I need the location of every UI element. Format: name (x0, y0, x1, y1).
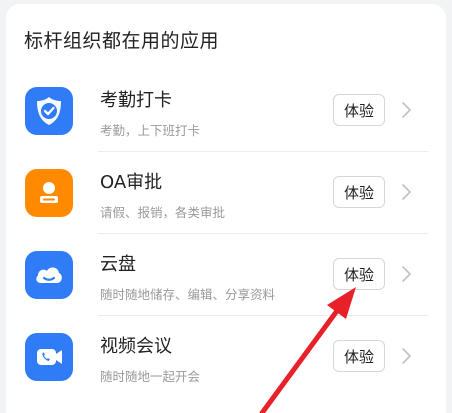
id-card-icon (25, 169, 73, 217)
chevron-right-icon[interactable] (398, 265, 414, 283)
app-row-video-meeting[interactable]: 视频会议 随时随地一起开会 体验 (6, 316, 446, 398)
try-button[interactable]: 体验 (333, 340, 385, 372)
app-row-oa-approval[interactable]: OA审批 请假、报销，各类审批 体验 (6, 152, 446, 234)
app-desc: 考勤，上下班打卡 (100, 123, 201, 138)
app-desc: 请假、报销，各类审批 (100, 205, 226, 220)
try-button[interactable]: 体验 (333, 94, 385, 126)
section-title: 标杆组织都在用的应用 (24, 30, 220, 52)
app-row-cloud-drive[interactable]: 云盘 随时随地储存、编辑、分享资料 体验 (6, 234, 446, 316)
chevron-right-icon[interactable] (398, 101, 414, 119)
app-desc: 随时随地储存、编辑、分享资料 (100, 287, 276, 302)
app-desc: 随时随地一起开会 (100, 369, 201, 384)
check-shield-icon (25, 87, 73, 135)
apps-card: 标杆组织都在用的应用 考勤打卡 考勤，上下班打卡 体验 OA审批 请假、报销，各… (6, 4, 446, 413)
app-row-attendance[interactable]: 考勤打卡 考勤，上下班打卡 体验 (6, 70, 446, 152)
app-name: 考勤打卡 (100, 90, 172, 111)
app-name: 云盘 (100, 254, 136, 275)
cloud-icon (25, 251, 73, 299)
chevron-right-icon[interactable] (398, 183, 414, 201)
chevron-right-icon[interactable] (398, 347, 414, 365)
video-call-icon (25, 333, 73, 381)
app-name: OA审批 (100, 172, 163, 193)
app-name: 视频会议 (100, 336, 172, 357)
try-button[interactable]: 体验 (333, 176, 385, 208)
try-button[interactable]: 体验 (333, 258, 385, 290)
